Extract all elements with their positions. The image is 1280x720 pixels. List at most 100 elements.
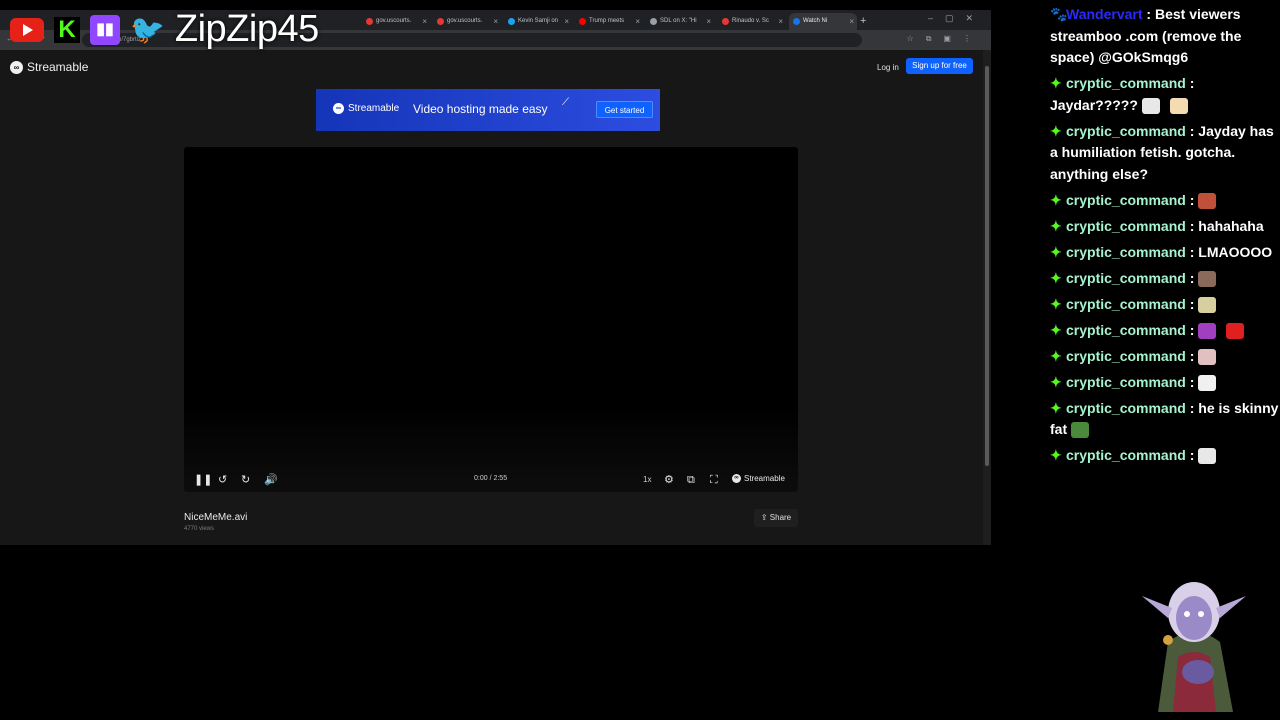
- kick-icon: K: [54, 16, 80, 43]
- social-overlay: K ▮▮ 🐦 ZipZip45: [10, 8, 319, 51]
- paw-badge-icon: 🐾: [1050, 6, 1068, 22]
- chat-emote-icon: [1071, 422, 1090, 439]
- tab-close-icon[interactable]: ×: [564, 13, 569, 30]
- chat-username[interactable]: cryptic_command: [1066, 244, 1186, 260]
- tab-favicon-icon: [793, 18, 800, 25]
- chat-emote-icon: [1169, 97, 1188, 114]
- speed-button[interactable]: 1x: [643, 475, 651, 484]
- chat-emote-icon: [1198, 192, 1217, 209]
- chat-username[interactable]: cryptic_command: [1066, 192, 1186, 208]
- browser-tab[interactable]: gov.uscourts. ×: [362, 13, 430, 30]
- get-started-button[interactable]: Get started: [596, 101, 653, 118]
- youtube-icon: [10, 17, 44, 42]
- chat-separator: :: [1185, 347, 1199, 364]
- login-link[interactable]: Log in: [877, 63, 899, 72]
- browser-tab[interactable]: Rinaudo v. Sc ×: [718, 13, 786, 30]
- forward-icon[interactable]: ↻: [241, 473, 250, 487]
- tab-close-icon[interactable]: ×: [778, 13, 783, 30]
- banner-logo: ∞ Streamable: [333, 103, 399, 114]
- signup-button[interactable]: Sign up for free: [906, 58, 973, 74]
- new-tab-button[interactable]: +: [860, 13, 866, 30]
- chat-text: LMAOOOO: [1198, 243, 1273, 260]
- fullscreen-icon[interactable]: ⛶: [710, 473, 718, 487]
- toolbar-icons[interactable]: ☆⧉▣⋮: [907, 34, 983, 44]
- chat-message: ✦ cryptic_command : LMAOOOO: [1050, 242, 1280, 264]
- sparkle-badge-icon: ✦: [1050, 321, 1062, 338]
- tab-close-icon[interactable]: ×: [635, 13, 640, 30]
- browser-tab[interactable]: Watch Ni ×: [789, 13, 857, 30]
- chat-separator: :: [1185, 191, 1199, 208]
- sparkle-badge-icon: ✦: [1050, 399, 1062, 416]
- share-button[interactable]: ⇪ Share: [754, 509, 798, 527]
- tab-label: Kevin Samji on: [518, 18, 559, 24]
- sparkle-icon: ⟋: [562, 97, 569, 108]
- banner-brand: Streamable: [348, 103, 400, 114]
- chat-username[interactable]: cryptic_command: [1066, 218, 1186, 234]
- chat-username[interactable]: cryptic_command: [1066, 322, 1186, 338]
- streamable-page: ∞ Streamable Log in Sign up for free ∞ S…: [0, 50, 983, 545]
- share-icon: ⇪: [760, 513, 768, 522]
- chat-panel: 🐾Wandervart : Best viewers streamboo .co…: [1050, 4, 1280, 471]
- chat-emote-icon: [1198, 270, 1217, 287]
- chat-message: ✦ cryptic_command :: [1050, 346, 1280, 368]
- chat-message: ✦ cryptic_command :: [1050, 268, 1280, 290]
- browser-tab[interactable]: gov.uscourts. ×: [433, 13, 501, 30]
- twitch-icon: ▮▮: [90, 14, 120, 45]
- tab-close-icon[interactable]: ×: [422, 13, 427, 30]
- browser-tab[interactable]: SDL on X: "Hi ×: [646, 13, 714, 30]
- tab-label: gov.uscourts.: [447, 18, 483, 24]
- time-display: 0:00 / 2:55: [474, 475, 508, 482]
- chat-username[interactable]: cryptic_command: [1066, 123, 1186, 139]
- chat-username[interactable]: cryptic_command: [1066, 75, 1186, 91]
- banner-tagline: Video hosting made easy: [413, 102, 548, 116]
- tab-close-icon[interactable]: ×: [849, 13, 854, 30]
- pause-icon[interactable]: ❚❚: [194, 473, 212, 487]
- chat-username[interactable]: cryptic_command: [1066, 374, 1186, 390]
- tab-favicon-icon: [650, 18, 657, 25]
- tab-label: SDL on X: "Hi: [660, 18, 697, 24]
- chat-emote-icon: [1198, 374, 1217, 391]
- chat-username[interactable]: cryptic_command: [1066, 400, 1186, 416]
- page-scrollbar[interactable]: [983, 50, 991, 545]
- rewind-icon[interactable]: ↺: [218, 473, 227, 487]
- chat-message: ✦ cryptic_command :: [1050, 445, 1280, 467]
- chat-emote-icon: [1198, 348, 1217, 365]
- site-logo[interactable]: ∞ Streamable: [10, 60, 88, 74]
- promo-banner[interactable]: ∞ Streamable Video hosting made easy ⟋ G…: [316, 89, 660, 131]
- chat-emote-icon: [1198, 448, 1217, 465]
- chat-message: ✦ cryptic_command : Jayday has a humiliat…: [1050, 121, 1280, 186]
- video-title: NiceMeMe.avi: [184, 512, 248, 523]
- chat-emote-icon: [1198, 296, 1217, 313]
- window-controls[interactable]: –▢✕: [928, 13, 985, 24]
- tab-favicon-icon: [437, 18, 444, 25]
- video-player[interactable]: ❚❚ ↺ ↻ 🔊 0:00 / 2:55 1x ⚙ ⧉ ⛶ ∞ Streamab…: [184, 147, 798, 492]
- chat-emote-icon: [1198, 322, 1217, 339]
- chat-message: ✦ cryptic_command :: [1050, 320, 1280, 342]
- chat-username[interactable]: cryptic_command: [1066, 270, 1186, 286]
- sparkle-badge-icon: ✦: [1050, 191, 1062, 208]
- chat-separator: :: [1185, 243, 1199, 260]
- scrollbar-thumb[interactable]: [985, 66, 989, 466]
- chat-message: 🐾Wandervart : Best viewers streamboo .co…: [1050, 4, 1280, 69]
- chat-username[interactable]: cryptic_command: [1066, 348, 1186, 364]
- chat-separator: :: [1185, 399, 1199, 416]
- chat-message: ✦ cryptic_command : he is skinny fat: [1050, 398, 1280, 441]
- streamable-logo-icon: ∞: [732, 474, 741, 483]
- volume-icon[interactable]: 🔊: [264, 473, 278, 487]
- browser-tab[interactable]: Trump meets ×: [575, 13, 643, 30]
- chat-message: ✦ cryptic_command : hahahaha: [1050, 216, 1280, 238]
- tab-close-icon[interactable]: ×: [493, 13, 498, 30]
- chat-username[interactable]: cryptic_command: [1066, 296, 1186, 312]
- browser-tab[interactable]: Kevin Samji on ×: [504, 13, 572, 30]
- pip-icon[interactable]: ⧉: [687, 473, 695, 487]
- streamer-avatar: [1142, 582, 1246, 712]
- tab-close-icon[interactable]: ×: [706, 13, 711, 30]
- tab-label: Rinaudo v. Sc: [732, 18, 769, 24]
- share-label: Share: [769, 513, 792, 522]
- settings-gear-icon[interactable]: ⚙: [664, 473, 674, 487]
- sparkle-badge-icon: ✦: [1050, 373, 1062, 390]
- chat-separator: :: [1185, 447, 1199, 463]
- chat-username[interactable]: Wandervart: [1066, 6, 1143, 22]
- player-brand[interactable]: ∞ Streamable: [732, 474, 785, 483]
- chat-username[interactable]: cryptic_command: [1066, 447, 1186, 463]
